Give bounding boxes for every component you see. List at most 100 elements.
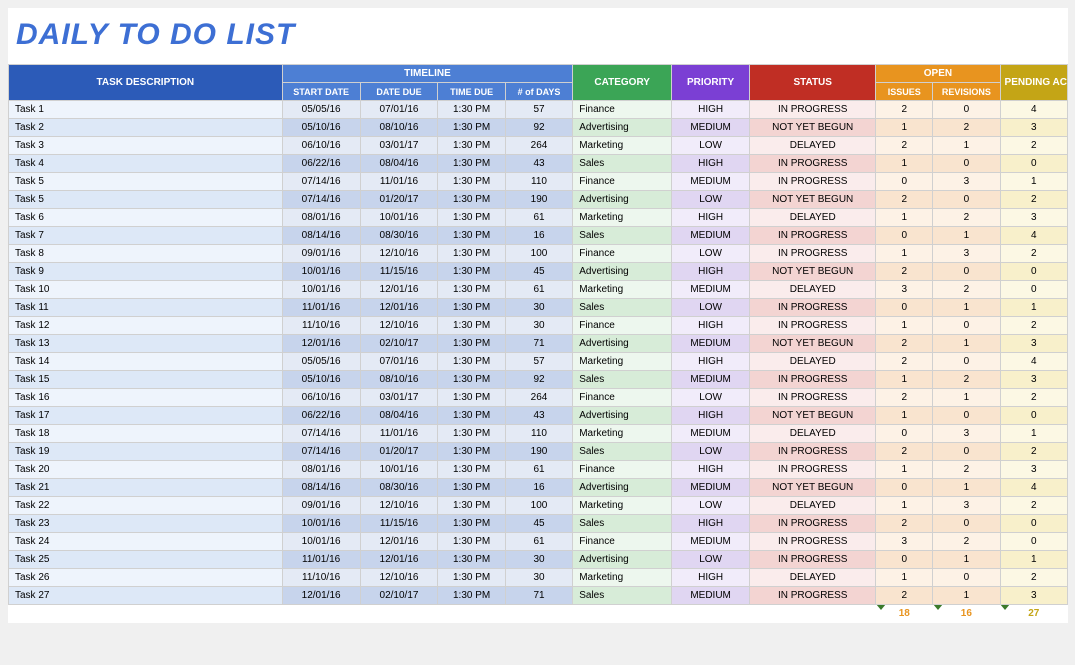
revisions-cell[interactable]: 0 (933, 317, 1000, 335)
issues-cell[interactable]: 2 (876, 191, 933, 209)
category-cell[interactable]: Finance (573, 173, 672, 191)
time-cell[interactable]: 1:30 PM (438, 137, 505, 155)
due-cell[interactable]: 08/10/16 (360, 371, 438, 389)
due-cell[interactable]: 07/01/16 (360, 353, 438, 371)
status-cell[interactable]: IN PROGRESS (750, 551, 876, 569)
status-cell[interactable]: IN PROGRESS (750, 155, 876, 173)
start-cell[interactable]: 10/01/16 (282, 515, 360, 533)
start-cell[interactable]: 11/10/16 (282, 317, 360, 335)
days-cell[interactable]: 92 (505, 371, 572, 389)
priority-cell[interactable]: LOW (672, 389, 750, 407)
start-cell[interactable]: 08/01/16 (282, 209, 360, 227)
revisions-cell[interactable]: 1 (933, 227, 1000, 245)
category-cell[interactable]: Finance (573, 317, 672, 335)
priority-cell[interactable]: MEDIUM (672, 119, 750, 137)
task-cell[interactable]: Task 18 (9, 425, 283, 443)
category-cell[interactable]: Advertising (573, 407, 672, 425)
revisions-cell[interactable]: 1 (933, 137, 1000, 155)
pending-cell[interactable]: 1 (1000, 551, 1067, 569)
priority-cell[interactable]: HIGH (672, 155, 750, 173)
category-cell[interactable]: Advertising (573, 263, 672, 281)
revisions-cell[interactable]: 2 (933, 533, 1000, 551)
days-cell[interactable]: 61 (505, 281, 572, 299)
time-cell[interactable]: 1:30 PM (438, 101, 505, 119)
table-row[interactable]: Task 2108/14/1608/30/161:30 PM16Advertis… (9, 479, 1068, 497)
priority-cell[interactable]: HIGH (672, 569, 750, 587)
days-cell[interactable]: 61 (505, 209, 572, 227)
status-cell[interactable]: DELAYED (750, 497, 876, 515)
issues-cell[interactable]: 0 (876, 227, 933, 245)
status-cell[interactable]: IN PROGRESS (750, 587, 876, 605)
due-cell[interactable]: 12/01/16 (360, 299, 438, 317)
task-cell[interactable]: Task 4 (9, 155, 283, 173)
table-row[interactable]: Task 910/01/1611/15/161:30 PM45Advertisi… (9, 263, 1068, 281)
start-cell[interactable]: 10/01/16 (282, 263, 360, 281)
pending-cell[interactable]: 1 (1000, 299, 1067, 317)
priority-cell[interactable]: LOW (672, 299, 750, 317)
revisions-cell[interactable]: 2 (933, 371, 1000, 389)
pending-cell[interactable]: 0 (1000, 281, 1067, 299)
revisions-cell[interactable]: 0 (933, 191, 1000, 209)
pending-cell[interactable]: 2 (1000, 569, 1067, 587)
pending-cell[interactable]: 3 (1000, 461, 1067, 479)
start-cell[interactable]: 05/10/16 (282, 371, 360, 389)
table-row[interactable]: Task 1807/14/1611/01/161:30 PM110Marketi… (9, 425, 1068, 443)
due-cell[interactable]: 01/20/17 (360, 443, 438, 461)
priority-cell[interactable]: HIGH (672, 263, 750, 281)
issues-cell[interactable]: 0 (876, 173, 933, 191)
start-cell[interactable]: 10/01/16 (282, 281, 360, 299)
priority-cell[interactable]: MEDIUM (672, 227, 750, 245)
table-row[interactable]: Task 2712/01/1602/10/171:30 PM71SalesMED… (9, 587, 1068, 605)
revisions-cell[interactable]: 1 (933, 587, 1000, 605)
status-cell[interactable]: IN PROGRESS (750, 389, 876, 407)
revisions-cell[interactable]: 0 (933, 101, 1000, 119)
time-cell[interactable]: 1:30 PM (438, 191, 505, 209)
task-cell[interactable]: Task 6 (9, 209, 283, 227)
table-row[interactable]: Task 809/01/1612/10/161:30 PM100FinanceL… (9, 245, 1068, 263)
issues-cell[interactable]: 1 (876, 407, 933, 425)
pending-cell[interactable]: 2 (1000, 443, 1067, 461)
due-cell[interactable]: 01/20/17 (360, 191, 438, 209)
due-cell[interactable]: 11/01/16 (360, 425, 438, 443)
time-cell[interactable]: 1:30 PM (438, 515, 505, 533)
revisions-cell[interactable]: 1 (933, 479, 1000, 497)
status-cell[interactable]: IN PROGRESS (750, 533, 876, 551)
status-cell[interactable]: IN PROGRESS (750, 461, 876, 479)
issues-cell[interactable]: 3 (876, 533, 933, 551)
issues-cell[interactable]: 0 (876, 425, 933, 443)
status-cell[interactable]: NOT YET BEGUN (750, 263, 876, 281)
days-cell[interactable]: 71 (505, 335, 572, 353)
status-cell[interactable]: NOT YET BEGUN (750, 191, 876, 209)
status-cell[interactable]: IN PROGRESS (750, 371, 876, 389)
revisions-cell[interactable]: 0 (933, 353, 1000, 371)
due-cell[interactable]: 08/30/16 (360, 479, 438, 497)
pending-cell[interactable]: 3 (1000, 335, 1067, 353)
task-cell[interactable]: Task 27 (9, 587, 283, 605)
table-row[interactable]: Task 2008/01/1610/01/161:30 PM61FinanceH… (9, 461, 1068, 479)
start-cell[interactable]: 09/01/16 (282, 497, 360, 515)
days-cell[interactable]: 100 (505, 497, 572, 515)
status-cell[interactable]: IN PROGRESS (750, 245, 876, 263)
revisions-cell[interactable]: 1 (933, 389, 1000, 407)
task-cell[interactable]: Task 12 (9, 317, 283, 335)
start-cell[interactable]: 08/01/16 (282, 461, 360, 479)
revisions-cell[interactable]: 0 (933, 569, 1000, 587)
time-cell[interactable]: 1:30 PM (438, 155, 505, 173)
days-cell[interactable]: 43 (505, 407, 572, 425)
start-cell[interactable]: 06/22/16 (282, 407, 360, 425)
task-cell[interactable]: Task 11 (9, 299, 283, 317)
due-cell[interactable]: 12/01/16 (360, 533, 438, 551)
table-row[interactable]: Task 1211/10/1612/10/161:30 PM30FinanceH… (9, 317, 1068, 335)
category-cell[interactable]: Finance (573, 389, 672, 407)
category-cell[interactable]: Advertising (573, 191, 672, 209)
category-cell[interactable]: Marketing (573, 137, 672, 155)
pending-cell[interactable]: 1 (1000, 173, 1067, 191)
pending-cell[interactable]: 2 (1000, 497, 1067, 515)
start-cell[interactable]: 06/22/16 (282, 155, 360, 173)
table-row[interactable]: Task 2410/01/1612/01/161:30 PM61FinanceM… (9, 533, 1068, 551)
status-cell[interactable]: DELAYED (750, 137, 876, 155)
time-cell[interactable]: 1:30 PM (438, 587, 505, 605)
days-cell[interactable]: 45 (505, 515, 572, 533)
start-cell[interactable]: 12/01/16 (282, 587, 360, 605)
due-cell[interactable]: 08/10/16 (360, 119, 438, 137)
